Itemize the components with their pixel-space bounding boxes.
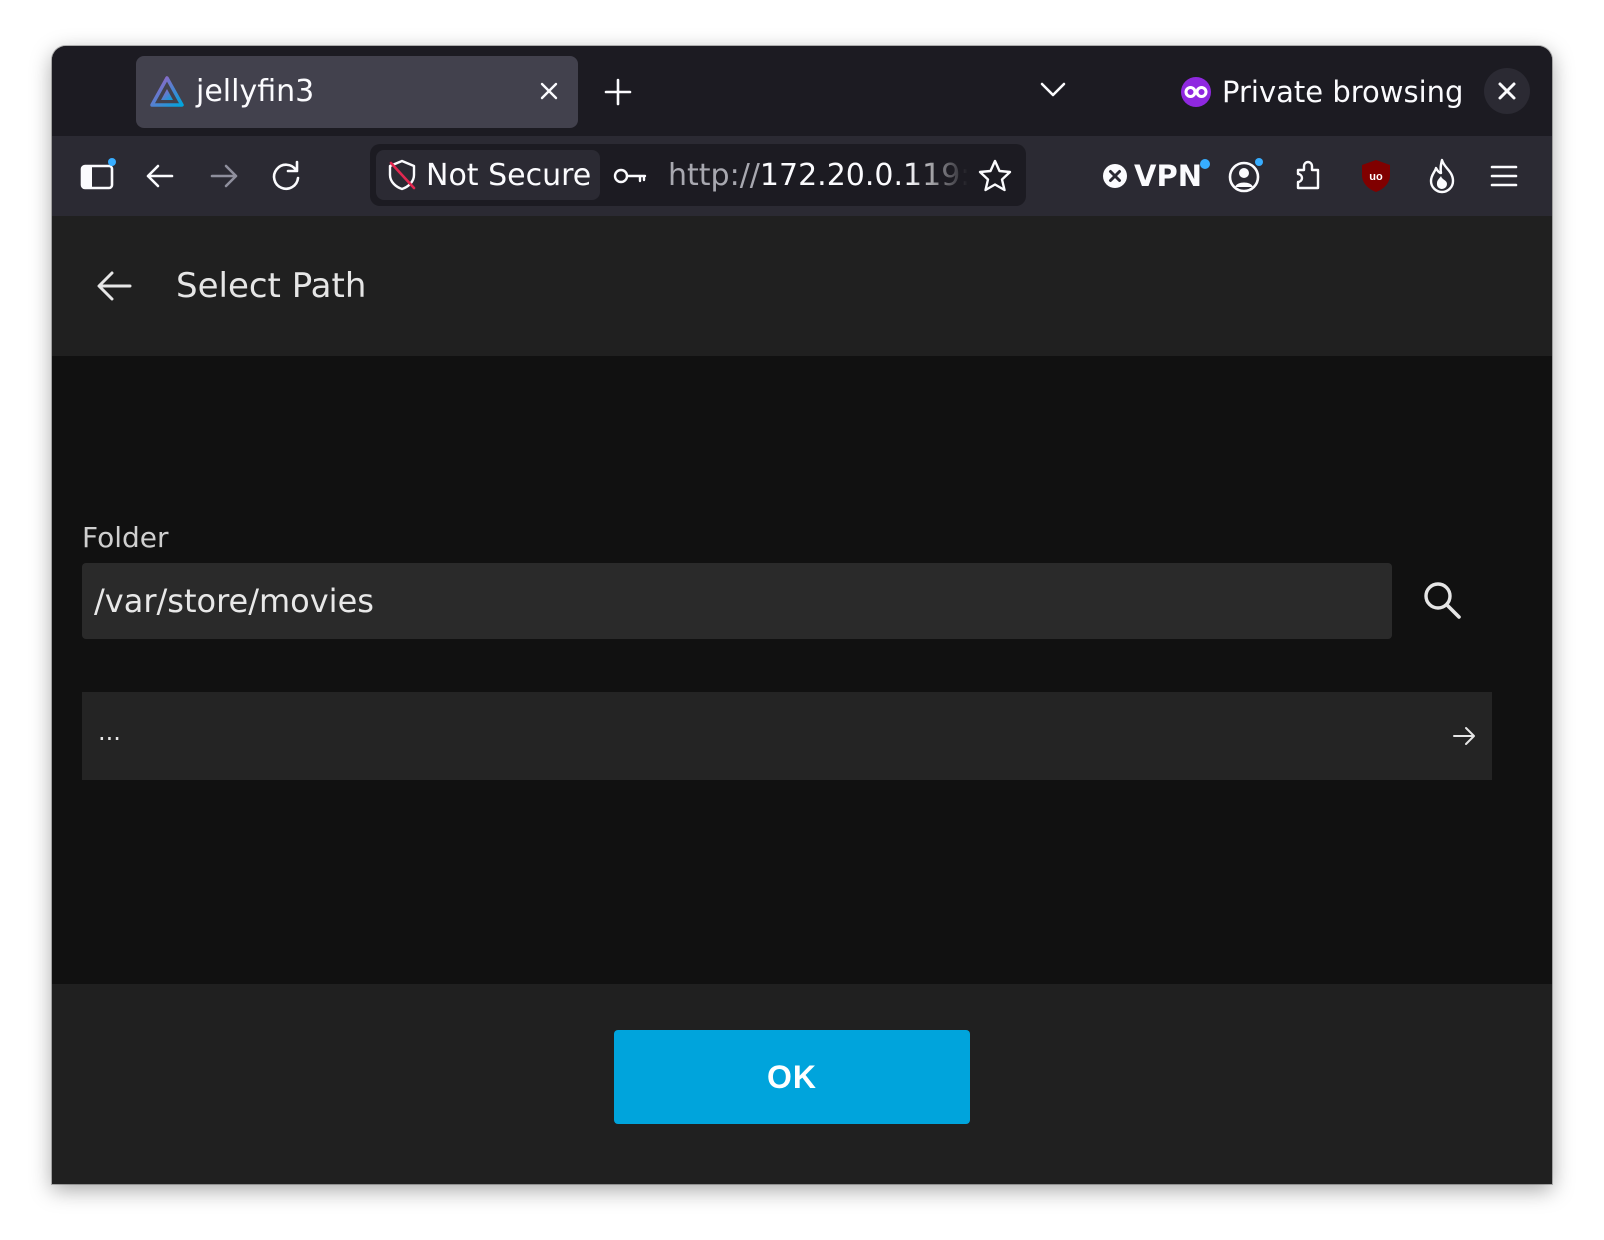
tab-title: jellyfin3	[196, 74, 315, 109]
arrow-right-icon	[1450, 722, 1478, 750]
page-title: Select Path	[176, 266, 367, 306]
back-arrow-icon[interactable]	[92, 264, 136, 308]
bookmark-star-icon[interactable]	[976, 157, 1014, 195]
forward-arrow-icon[interactable]	[204, 156, 244, 196]
browser-window: jellyfin3 Private browsing Not Secure ht…	[52, 46, 1552, 1184]
close-icon[interactable]	[534, 76, 564, 106]
private-browsing-indicator: Private browsing	[1180, 70, 1463, 114]
account-icon[interactable]	[1226, 156, 1266, 196]
window-close-button[interactable]	[1484, 68, 1530, 114]
vpn-button[interactable]: VPN	[1102, 154, 1210, 198]
key-icon[interactable]	[612, 159, 648, 193]
new-tab-plus-icon[interactable]	[600, 74, 636, 110]
navigation-toolbar: Not Secure http://172.20.0.119:8( VPN	[52, 136, 1552, 216]
not-secure-label: Not Secure	[426, 157, 592, 193]
search-icon[interactable]	[1420, 578, 1464, 622]
tab-strip: jellyfin3 Private browsing	[52, 46, 1552, 136]
close-icon	[1498, 82, 1516, 100]
ublock-shield-icon[interactable]: uo	[1356, 156, 1396, 196]
site-security-button[interactable]: Not Secure	[376, 150, 600, 200]
private-mask-icon	[1180, 76, 1212, 108]
directory-item-label: ...	[98, 718, 121, 746]
shield-slash-icon	[386, 158, 418, 192]
ok-button[interactable]: OK	[614, 1030, 970, 1124]
dialog-footer: OK	[52, 984, 1552, 1184]
flame-icon[interactable]	[1422, 156, 1462, 196]
url-protocol: http://	[668, 158, 760, 193]
sidebar-icon[interactable]	[78, 156, 118, 196]
tab-jellyfin[interactable]: jellyfin3	[136, 56, 578, 128]
url-host: 172.20.0.119:8(	[759, 158, 968, 193]
url-text[interactable]: http://172.20.0.119:8(	[668, 156, 968, 196]
chevron-down-icon[interactable]	[1036, 72, 1070, 106]
extensions-puzzle-icon[interactable]	[1290, 156, 1330, 196]
folder-label: Folder	[82, 521, 169, 554]
svg-text:uo: uo	[1369, 171, 1383, 183]
url-bar[interactable]: Not Secure http://172.20.0.119:8(	[370, 144, 1026, 206]
dialog-header: Select Path	[52, 216, 1552, 356]
reload-icon[interactable]	[266, 156, 306, 196]
private-browsing-label: Private browsing	[1222, 75, 1464, 109]
jellyfin-icon	[150, 76, 184, 108]
directory-list-item-parent[interactable]: ...	[82, 692, 1492, 780]
vpn-label: VPN	[1134, 159, 1202, 193]
page-content: Select Path Folder ... OK	[52, 216, 1552, 1184]
vpn-off-icon	[1102, 163, 1128, 189]
back-arrow-icon[interactable]	[140, 156, 180, 196]
notification-dot-icon	[1199, 159, 1210, 169]
menu-hamburger-icon[interactable]	[1484, 156, 1524, 196]
folder-path-input[interactable]	[82, 563, 1392, 639]
